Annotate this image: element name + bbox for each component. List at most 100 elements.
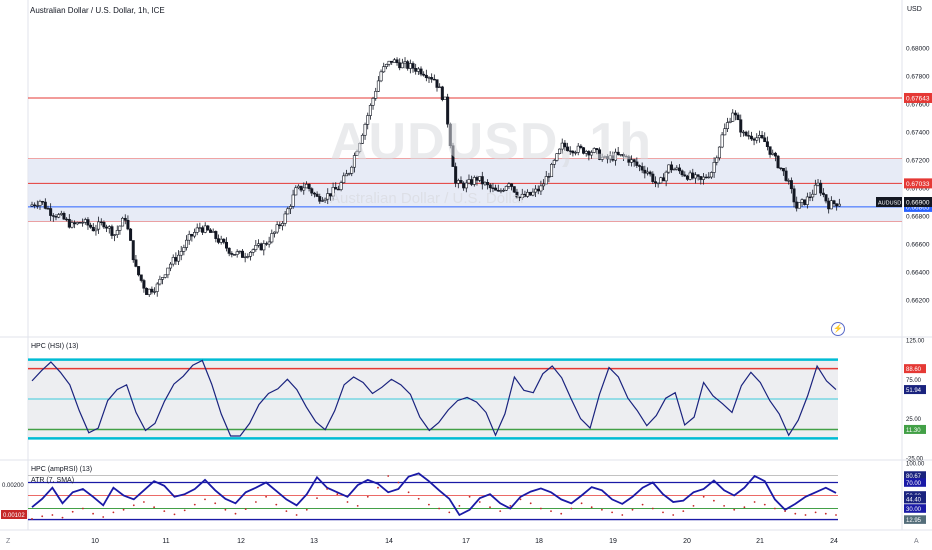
- atr-title[interactable]: ATR (7, SMA): [31, 477, 74, 484]
- candle-body: [688, 172, 692, 180]
- candle-body: [811, 193, 815, 198]
- candle-body: [536, 188, 540, 192]
- atr-dot: [682, 510, 685, 512]
- candle-body: [238, 250, 242, 253]
- atr-dot: [509, 505, 512, 507]
- candle-body: [139, 274, 143, 281]
- candle-body: [30, 204, 34, 207]
- candle-body: [683, 174, 687, 177]
- lightning-icon[interactable]: ⚡: [831, 322, 845, 336]
- candle-body: [717, 146, 721, 159]
- candle-body: [427, 77, 431, 79]
- candle-body: [235, 251, 239, 255]
- atr-dot: [448, 511, 451, 514]
- candle-body: [808, 196, 812, 199]
- candle-body: [137, 266, 141, 276]
- atr-dot: [804, 514, 807, 516]
- candle-body: [142, 280, 146, 289]
- candle-body: [201, 227, 205, 233]
- candle-body: [728, 120, 732, 123]
- candle-body: [776, 155, 780, 169]
- candle-body: [787, 180, 791, 182]
- atr-dot: [601, 508, 603, 511]
- candle-body: [803, 199, 807, 205]
- candle-body: [403, 61, 407, 64]
- candle-body: [800, 199, 804, 203]
- auto-scale-icon: A: [914, 538, 919, 545]
- hsi-current-text: 51.94: [906, 388, 922, 394]
- candle-body: [209, 229, 213, 233]
- atr-dot: [753, 501, 756, 503]
- hsi-level-text: 88.60: [906, 367, 922, 373]
- atr-dot: [214, 502, 217, 505]
- chart-canvas[interactable]: 125.0075.0025.00-25.0088.6011.3051.94 10…: [0, 0, 932, 550]
- candle-body: [161, 277, 165, 280]
- candle-body: [315, 193, 319, 197]
- candle-body: [456, 180, 460, 184]
- candle-body: [651, 173, 655, 182]
- candle-body: [723, 128, 727, 136]
- time-tick: 21: [756, 538, 764, 545]
- candle-body: [248, 252, 252, 257]
- atr-dot: [499, 510, 502, 512]
- candle-body: [65, 218, 69, 221]
- candle-body: [827, 200, 831, 210]
- candle-body: [126, 220, 130, 230]
- candle-body: [755, 137, 759, 141]
- price-level-text: 0.67643: [906, 95, 930, 102]
- candle-body: [91, 226, 95, 232]
- candle-body: [507, 183, 511, 187]
- candle-body: [720, 134, 724, 148]
- candle-body: [41, 201, 45, 203]
- candle-body: [70, 222, 74, 228]
- atr-dot: [143, 501, 145, 503]
- atr-dot: [692, 505, 695, 507]
- candle-body: [432, 78, 436, 81]
- candle-body: [664, 171, 668, 182]
- time-tick: 14: [385, 538, 393, 545]
- candle-body: [528, 191, 532, 196]
- candle-body: [693, 174, 697, 179]
- candle-body: [182, 247, 186, 252]
- amp-tick: 100.00: [906, 462, 925, 468]
- time-tick: 13: [310, 538, 318, 545]
- atr-dot: [316, 497, 318, 499]
- candle-body: [661, 177, 665, 182]
- atr-dot: [438, 507, 440, 510]
- symbol-title[interactable]: Australian Dollar / U.S. Dollar, 1h, ICE: [30, 6, 165, 15]
- candle-body: [177, 254, 181, 262]
- atr-dot: [51, 514, 54, 516]
- atr-dot: [183, 509, 186, 512]
- candle-body: [768, 146, 772, 155]
- atr-dot: [428, 503, 430, 506]
- hsi-title[interactable]: HPC (HSI) (13): [31, 343, 78, 350]
- candle-body: [792, 188, 796, 203]
- candle-body: [736, 114, 740, 121]
- atr-dot: [529, 502, 532, 505]
- candle-body: [155, 283, 159, 292]
- amprsi-title[interactable]: HPC (ampRSI) (13): [31, 466, 92, 473]
- candle-body: [81, 222, 85, 224]
- atr-dot: [346, 501, 349, 503]
- candle-body: [190, 233, 194, 237]
- candle-body: [323, 198, 327, 201]
- candle-body: [179, 251, 183, 256]
- candle-body: [387, 60, 391, 65]
- atr-dot: [733, 508, 736, 511]
- atr-dot: [122, 508, 125, 511]
- atr-dot: [102, 516, 105, 518]
- candle-body: [784, 170, 788, 181]
- atr-dot: [478, 501, 481, 503]
- atr-dot: [835, 514, 837, 516]
- candle-body: [254, 245, 258, 250]
- candle-body: [78, 222, 82, 224]
- candle-body: [225, 241, 229, 249]
- atr-dot: [702, 495, 705, 498]
- candle-body: [709, 172, 713, 178]
- time-tick: 10: [91, 538, 99, 545]
- time-tick: 17: [462, 538, 470, 545]
- atr-dot: [662, 511, 664, 514]
- atr-dot: [193, 503, 196, 506]
- atr-dot: [560, 512, 563, 515]
- hsi-tick: 75.00: [906, 378, 922, 384]
